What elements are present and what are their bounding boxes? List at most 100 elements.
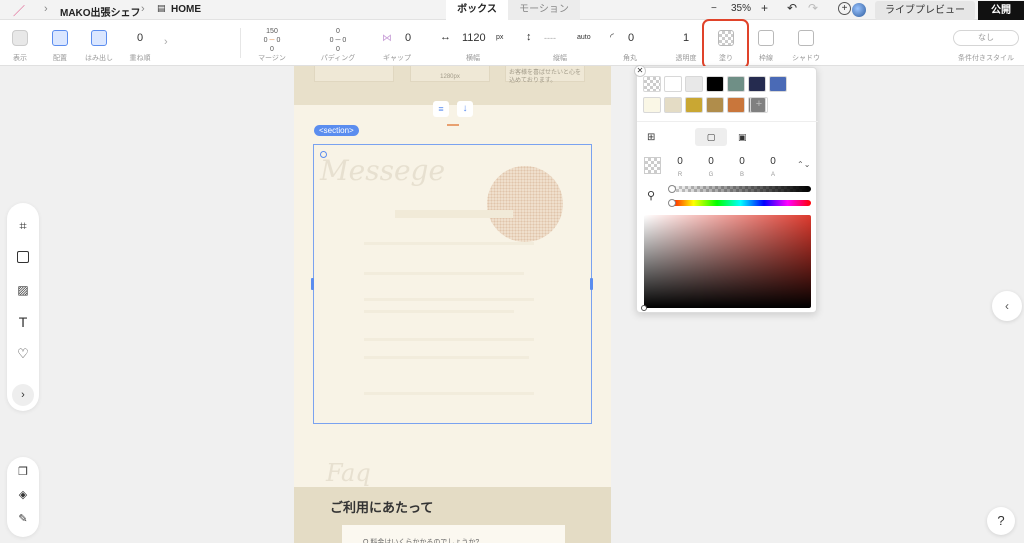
padding-tool[interactable]: 0 0 ─ 0 0 パディング <box>316 20 360 66</box>
selected-section-outline[interactable] <box>313 144 592 424</box>
avatar[interactable] <box>852 3 866 17</box>
utility-toolbar: ❐ ◈ ✎ <box>7 457 39 537</box>
color-swatch[interactable] <box>643 76 661 92</box>
blue-input[interactable]: 0 <box>732 156 752 167</box>
right-panel-toggle[interactable]: ‹ <box>992 291 1022 321</box>
color-swatch[interactable] <box>706 76 724 92</box>
help-button[interactable]: ? <box>987 507 1015 535</box>
heart-icon[interactable]: ♡ <box>16 347 30 361</box>
width-tool[interactable]: ↔ 1120 px 横幅 <box>438 20 508 66</box>
canvas[interactable]: 1280px お客様を喜ばせたいと心を込めております。 ≡ ↓ <section… <box>0 66 1024 543</box>
hue-slider[interactable] <box>668 199 811 207</box>
insert-toolbar: ⌗ ▨ T ♡ › <box>7 203 39 411</box>
section-tag[interactable]: <section> <box>314 125 359 136</box>
resize-handle-right[interactable] <box>590 278 593 290</box>
color-swatch[interactable] <box>706 97 724 113</box>
chevron-right-icon[interactable]: › <box>12 384 34 406</box>
shadow-tool[interactable]: シャドウ <box>790 20 822 66</box>
hue-knob[interactable] <box>668 199 676 207</box>
fill-color-picker: ✕ + ⊞ ▢ ▣ 0 0 0 0 R G B A ⌃⌄ ⚲ <box>634 65 818 313</box>
tab-motion[interactable]: モーション <box>508 0 580 20</box>
border-tool[interactable]: 枠線 <box>752 20 780 66</box>
radius-tool[interactable]: ◜ 0 角丸 <box>608 20 652 66</box>
placement-tool[interactable]: 配置 <box>46 20 74 66</box>
display-tool[interactable]: 表示 <box>6 20 34 66</box>
text-icon[interactable]: T <box>16 315 30 329</box>
gap-tool[interactable]: ⋈ 0 ギャップ <box>374 20 420 66</box>
z-order-tool[interactable]: 0 重ね順 <box>124 20 156 66</box>
box-icon[interactable] <box>17 251 29 263</box>
live-preview-button[interactable]: ライブプレビュー <box>875 1 975 20</box>
green-input[interactable]: 0 <box>701 156 721 167</box>
pen-logo-icon[interactable]: ／ <box>13 2 25 19</box>
swatches-view-icon[interactable]: ⊞ <box>647 132 655 143</box>
border-icon <box>758 30 774 46</box>
shadow-icon <box>798 30 814 46</box>
color-swatch[interactable] <box>664 97 682 113</box>
current-color-preview <box>644 157 661 174</box>
height-tool[interactable]: ↕ ---- auto 縦幅 <box>524 20 596 66</box>
alpha-slider[interactable] <box>668 185 811 193</box>
pencil-icon[interactable]: ✎ <box>16 512 30 526</box>
opacity-tool[interactable]: 1 透明度 <box>672 20 700 66</box>
conditional-style-tool[interactable]: なし 条件付きスタイル <box>952 20 1020 66</box>
publish-button[interactable]: 公開 <box>978 1 1024 20</box>
color-swatch[interactable] <box>727 76 745 92</box>
zoom-in-button[interactable]: + <box>761 1 768 15</box>
color-cursor[interactable] <box>641 305 647 311</box>
section-heading: ご利用にあたって <box>330 500 434 515</box>
content-card <box>314 66 394 82</box>
redo-icon[interactable]: ↷ <box>808 1 818 15</box>
color-swatch[interactable] <box>769 76 787 92</box>
width-input[interactable]: 1120 <box>462 32 486 44</box>
zoom-out-button[interactable]: − <box>711 3 717 14</box>
overflow-tool[interactable]: はみ出し <box>82 20 116 66</box>
content-card: お客様を喜ばせたいと心を込めております。 <box>505 66 585 84</box>
alpha-input[interactable]: 0 <box>763 156 783 167</box>
divider <box>637 121 818 122</box>
color-swatch[interactable] <box>685 76 703 92</box>
faq-question-card[interactable]: Q.料金はいくらかかるのでしょうか? <box>342 525 565 543</box>
margin-tool[interactable]: 150 0 ─ 0 0 マージン <box>251 20 293 66</box>
color-swatch[interactable] <box>748 76 766 92</box>
target-icon[interactable] <box>320 151 327 158</box>
tab-box[interactable]: ボックス <box>446 0 508 20</box>
breadcrumb-project[interactable]: MAKO出張シェフ <box>60 4 141 19</box>
arrow-down-icon[interactable]: ↓ <box>457 101 473 117</box>
solid-fill-icon[interactable]: ▢ <box>695 128 727 146</box>
color-swatch[interactable] <box>727 97 745 113</box>
add-swatch-button[interactable]: + <box>750 97 768 113</box>
image-icon[interactable]: ▨ <box>16 283 30 297</box>
divider <box>240 28 241 58</box>
mode-toggle-icon[interactable]: ⌃⌄ <box>797 160 810 169</box>
placement-icon <box>52 30 68 46</box>
top-bar: ／ › MAKO出張シェフ › ▤ HOME ボックス モーション − 35% … <box>0 0 1024 20</box>
eyedropper-icon[interactable]: ⚲ <box>647 189 655 202</box>
frame-icon[interactable]: ⌗ <box>16 219 30 233</box>
horizontal-arrows-icon: ↔ <box>440 31 451 43</box>
color-swatch[interactable] <box>643 97 661 113</box>
page-file-icon: ▤ <box>157 3 166 13</box>
resize-handle-left[interactable] <box>311 278 314 290</box>
color-swatch[interactable] <box>685 97 703 113</box>
layers-icon[interactable]: ◈ <box>16 488 30 502</box>
vertical-arrows-icon: ↕ <box>526 31 532 43</box>
saturation-value-area[interactable] <box>641 215 811 311</box>
height-input[interactable]: ---- <box>544 33 556 43</box>
pages-icon[interactable]: ❐ <box>16 465 30 479</box>
red-input[interactable]: 0 <box>670 156 690 167</box>
breadcrumb-separator-icon: › <box>141 3 145 15</box>
gradient-fill-icon[interactable]: ▣ <box>738 132 747 143</box>
conditional-style-select[interactable]: なし <box>953 30 1019 46</box>
breadcrumb-page[interactable]: HOME <box>171 4 201 15</box>
property-toolbar: 表示 配置 はみ出し 0 重ね順 › 150 0 ─ 0 0 マージン 0 0 … <box>0 20 1024 66</box>
fill-highlight-annotation <box>702 19 749 69</box>
color-swatch[interactable] <box>664 76 682 92</box>
alpha-knob[interactable] <box>668 185 676 193</box>
undo-icon[interactable]: ↶ <box>787 1 797 15</box>
zoom-level: 35% <box>731 3 752 14</box>
chevron-right-icon[interactable]: › <box>164 36 168 48</box>
filter-icon[interactable]: ≡ <box>433 101 449 117</box>
add-user-icon[interactable]: + <box>838 2 851 15</box>
faq-script-title: Faq <box>326 459 371 487</box>
